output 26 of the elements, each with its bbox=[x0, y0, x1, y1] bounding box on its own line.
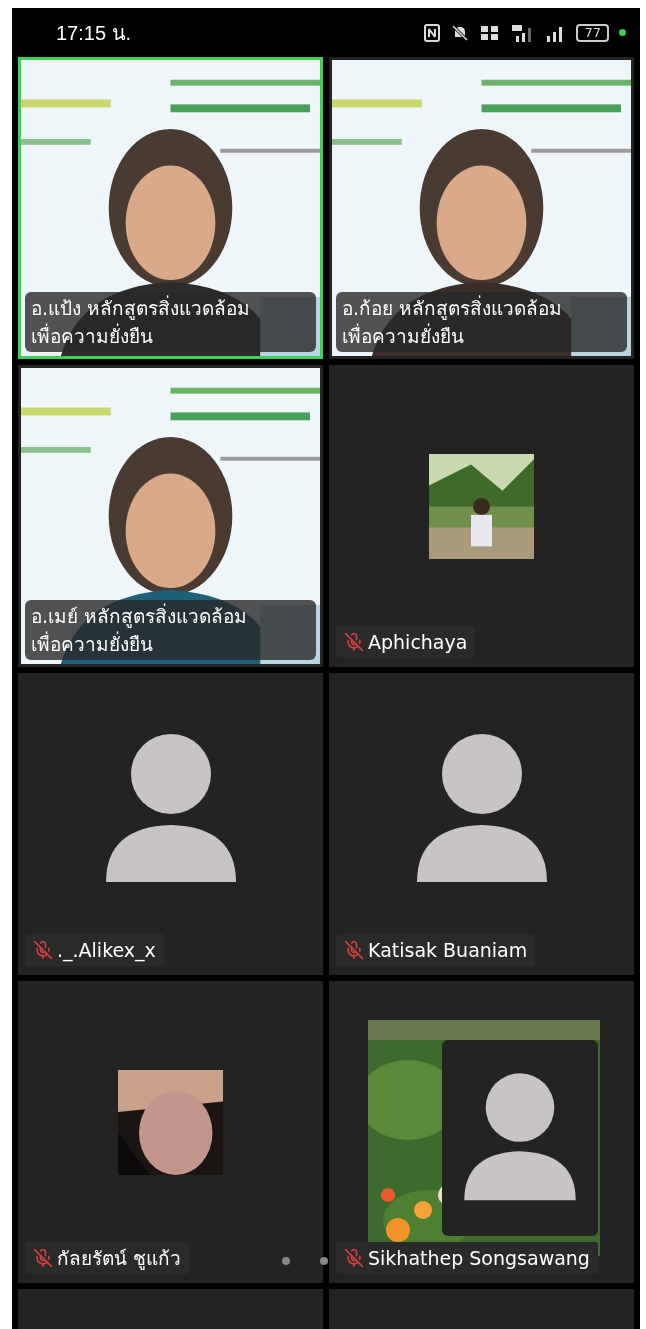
page-dot-icon[interactable] bbox=[320, 1257, 328, 1265]
clock-time: 17:15 น. bbox=[56, 20, 132, 46]
muted-bell-icon bbox=[450, 23, 471, 42]
video-tile[interactable]: Katisak Buaniam bbox=[329, 673, 634, 975]
participant-name: ._.Alikex_x bbox=[57, 938, 156, 964]
participant-name: Katisak Buaniam bbox=[368, 938, 528, 963]
video-tile[interactable] bbox=[18, 1289, 323, 1329]
video-tile[interactable] bbox=[329, 1289, 634, 1329]
video-tile[interactable]: Aphichaya bbox=[329, 365, 634, 667]
video-tile[interactable]: อ.เมย์ หลักสูตรสิ่งแวดล้อม เพื่อความยั่งยืน bbox=[18, 365, 323, 667]
video-tile[interactable]: Sikhathep Songsawang bbox=[329, 981, 634, 1283]
name-label: อ.เมย์ หลักสูตรสิ่งแวดล้อม เพื่อความยั่งยืน bbox=[25, 600, 316, 660]
video-tile[interactable]: อ.แป้ง หลักสูตรสิ่งแวดล้อม เพื่อความยั่งยืน bbox=[18, 57, 323, 359]
self-view-panel[interactable] bbox=[442, 1040, 598, 1236]
page-dot-icon[interactable] bbox=[282, 1257, 290, 1265]
participant-name: Aphichaya bbox=[368, 630, 468, 655]
nfc-icon bbox=[424, 23, 441, 42]
battery-indicator: 77 bbox=[576, 23, 609, 42]
status-dot-icon bbox=[619, 29, 626, 36]
video-tile[interactable]: กัลยรัตน์ ชูแก้ว bbox=[18, 981, 323, 1283]
video-tile[interactable]: ._.Alikex_x bbox=[18, 673, 323, 975]
name-label: อ.ก้อย หลักสูตรสิ่งแวดล้อม เพื่อความยั่งยืน bbox=[336, 292, 627, 352]
name-label: อ.แป้ง หลักสูตรสิ่งแวดล้อม เพื่อความยั่งยืน bbox=[25, 292, 316, 352]
video-tile[interactable]: อ.ก้อย หลักสูตรสิ่งแวดล้อม เพื่อความยั่งยืน bbox=[329, 57, 634, 359]
participant-name: Sikhathep Songsawang bbox=[368, 1246, 590, 1271]
participant-name: กัลยรัตน์ ชูแก้ว bbox=[57, 1246, 182, 1272]
